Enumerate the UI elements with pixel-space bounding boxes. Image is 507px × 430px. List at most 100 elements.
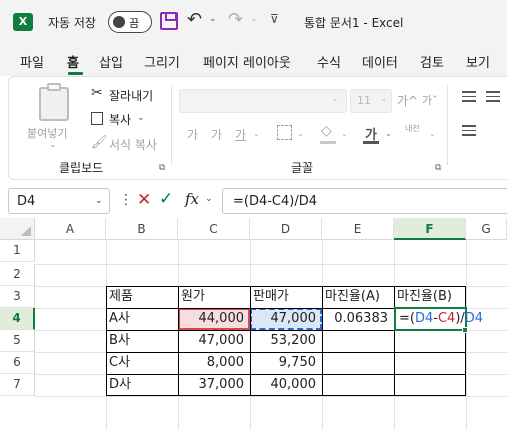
phonetic-button[interactable]: 내천 (405, 124, 420, 133)
grow-font-button[interactable]: 가^ (397, 92, 418, 109)
fill-color-dropdown-icon[interactable]: ⌄ (341, 129, 348, 138)
bold-button[interactable]: 가 (187, 126, 198, 143)
row-header-6[interactable]: 6 (0, 352, 35, 374)
name-box-dropdown-icon[interactable]: ⌄ (95, 196, 103, 206)
customize-qat-icon[interactable]: ⊽ (270, 12, 279, 26)
table-cell-product[interactable]: A사 (106, 308, 133, 330)
table-header-cell[interactable]: 제품 (106, 286, 136, 308)
tab-file[interactable]: 파일 (20, 52, 44, 71)
underline-button[interactable]: 가 (235, 126, 246, 143)
formula-text: =(D4-C4)/D4 (233, 194, 318, 209)
formula-part: )/ (455, 311, 465, 326)
column-header-A[interactable]: A (35, 218, 106, 240)
autosave-label: 자동 저장 (48, 16, 96, 30)
tab-view[interactable]: 보기 (466, 52, 490, 71)
column-header-E[interactable]: E (322, 218, 394, 240)
redo-dropdown-icon[interactable]: ⌄ (250, 14, 258, 24)
copy-button[interactable]: 복사 (109, 111, 131, 128)
row-header-3[interactable]: 3 (0, 286, 35, 308)
gridline (35, 264, 507, 265)
tab-review[interactable]: 검토 (420, 52, 444, 71)
column-header-D[interactable]: D (250, 218, 322, 240)
fill-color-bar (320, 141, 336, 144)
tab-formulas[interactable]: 수식 (317, 52, 341, 71)
enter-check-icon[interactable]: ✓ (159, 189, 173, 209)
table-cell-price[interactable]: 47,000 (250, 308, 322, 330)
table-cell-price[interactable]: 40,000 (250, 374, 322, 396)
table-cell-product[interactable]: C사 (106, 352, 133, 374)
undo-dropdown-icon[interactable]: ⌄ (209, 14, 217, 24)
shrink-font-button[interactable]: 가ˇ (422, 92, 438, 108)
document-title: 통합 문서1 - Excel (304, 16, 404, 30)
clipboard-launcher-icon[interactable]: ⧉ (159, 163, 165, 173)
font-name-combobox[interactable] (179, 89, 347, 113)
table-header-cell[interactable]: 마진율(A) (322, 286, 383, 308)
table-cell-price[interactable]: 53,200 (250, 330, 322, 352)
group-divider (171, 85, 172, 165)
save-icon[interactable] (160, 12, 178, 30)
table-header-cell[interactable]: 판매가 (250, 286, 292, 308)
autosave-toggle[interactable]: 끔 (108, 11, 152, 33)
phonetic-dropdown-icon[interactable]: ⌄ (429, 129, 436, 138)
column-header-F[interactable]: F (394, 218, 466, 240)
fill-color-icon[interactable]: ◇ (321, 123, 332, 139)
redo-icon[interactable]: ↷ (228, 9, 243, 30)
table-cell-margin-a[interactable]: 0.06383 (322, 308, 394, 330)
undo-icon[interactable]: ↶ (187, 9, 202, 30)
gridline (35, 396, 507, 397)
tab-draw[interactable]: 그리기 (144, 52, 180, 71)
column-header-G[interactable]: G (466, 218, 507, 240)
font-color-dropdown-icon[interactable]: ⌄ (385, 129, 392, 138)
formula-input[interactable]: =(D4-C4)/D4 (222, 188, 507, 214)
row-header-2[interactable]: 2 (0, 264, 35, 286)
paste-button[interactable]: 붙여넣기 (27, 125, 67, 141)
tab-page-layout[interactable]: 페이지 레이아웃 (203, 52, 291, 71)
format-painter-icon[interactable]: 🖌 (91, 135, 108, 150)
select-all-button[interactable] (0, 218, 35, 240)
paste-icon[interactable] (39, 87, 69, 121)
font-name-dropdown-icon[interactable]: ⌄ (331, 94, 339, 104)
row-header-4[interactable]: 4 (0, 308, 35, 330)
table-cell-product[interactable]: B사 (106, 330, 133, 352)
font-launcher-icon[interactable]: ⧉ (435, 163, 441, 173)
insert-function-icon[interactable]: fx (185, 190, 199, 208)
table-cell-product[interactable]: D사 (106, 374, 134, 396)
insert-function-dropdown-icon[interactable]: ⌄ (205, 194, 213, 204)
cut-button[interactable]: 잘라내기 (109, 87, 153, 104)
column-header-C[interactable]: C (178, 218, 250, 240)
name-box[interactable]: D4 ⌄ (8, 188, 110, 214)
format-painter-button[interactable]: 서식 복사 (109, 136, 157, 153)
underline-dropdown-icon[interactable]: ⌄ (253, 129, 260, 138)
formula-ref-d4: D4 (464, 311, 484, 326)
tab-insert[interactable]: 삽입 (99, 52, 123, 71)
align-top-icon[interactable] (462, 91, 476, 105)
paste-dropdown-icon[interactable]: ⌄ (49, 140, 57, 150)
cell-edit-formula[interactable]: =(D4-C4)/D4 (396, 308, 486, 330)
table-cell-cost[interactable]: 44,000 (178, 308, 250, 330)
tab-home[interactable]: 홈 (67, 52, 79, 71)
column-header-B[interactable]: B (106, 218, 178, 240)
copy-icon[interactable] (91, 112, 103, 125)
copy-dropdown-icon[interactable]: ⌄ (137, 113, 145, 123)
borders-dropdown-icon[interactable]: ⌄ (297, 129, 304, 138)
table-cell-cost[interactable]: 37,000 (178, 374, 250, 396)
row-header-7[interactable]: 7 (0, 374, 35, 396)
italic-button[interactable]: 가 (211, 126, 222, 143)
tab-data[interactable]: 데이터 (362, 52, 398, 71)
borders-icon[interactable] (277, 125, 292, 140)
row-header-1[interactable]: 1 (0, 240, 35, 262)
active-tab-indicator (68, 72, 83, 75)
more-options-icon[interactable]: ⋮ (119, 192, 133, 208)
align-middle-icon[interactable] (486, 91, 500, 105)
formula-bar: D4 ⌄ ⋮ ✕ ✓ fx ⌄ =(D4-C4)/D4 (0, 186, 507, 216)
table-cell-cost[interactable]: 8,000 (178, 352, 250, 374)
table-cell-price[interactable]: 9,750 (250, 352, 322, 374)
scissors-icon[interactable]: ✂ (91, 85, 103, 101)
table-cell-cost[interactable]: 47,000 (178, 330, 250, 352)
cancel-icon[interactable]: ✕ (137, 190, 151, 210)
align-left-icon[interactable] (462, 125, 476, 139)
table-header-cell[interactable]: 원가 (178, 286, 208, 308)
row-header-5[interactable]: 5 (0, 330, 35, 352)
table-header-cell[interactable]: 마진율(B) (394, 286, 455, 308)
font-size-dropdown-icon[interactable]: ⌄ (380, 94, 388, 104)
